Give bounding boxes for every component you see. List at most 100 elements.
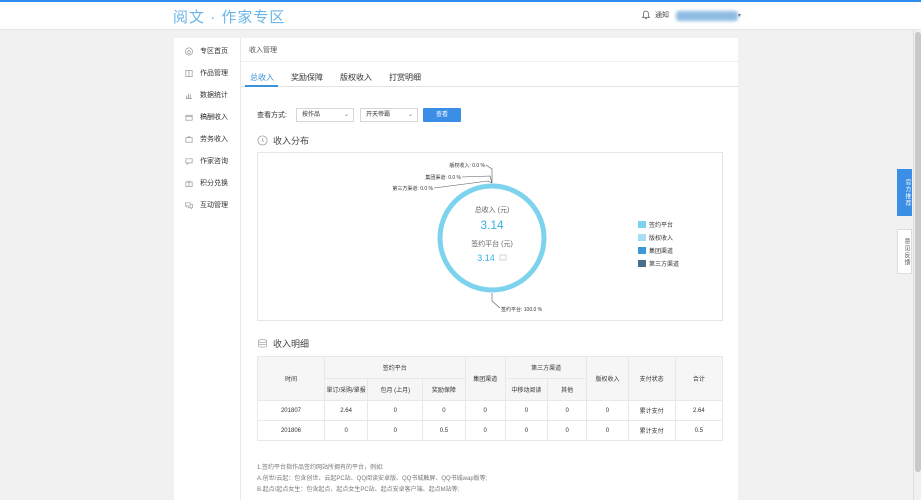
col-header-sub: 其他 bbox=[547, 378, 588, 401]
notify-label: 通知 bbox=[655, 12, 669, 19]
col-header-signed: 签约平台 bbox=[323, 356, 466, 379]
footnote-line: B.起点/起点女生：包含起点、起点女生PC站、起点安卓客户端、起点M站等; bbox=[257, 487, 460, 493]
book-icon bbox=[185, 69, 193, 77]
col-header-third-party: 第三方渠道 bbox=[504, 356, 588, 379]
wallet-icon bbox=[185, 114, 193, 121]
table-cell: 0 bbox=[504, 420, 549, 441]
table-cell: 0 bbox=[547, 400, 588, 421]
tab-copyright[interactable]: 版权收入 bbox=[340, 72, 372, 83]
divider bbox=[241, 61, 739, 62]
select-value: 按作品 bbox=[302, 112, 321, 118]
footnote-line: 1.签约平台指作品签约网站所拥有的平台，例如: bbox=[257, 465, 384, 471]
sidebar-item-label: 数据统计 bbox=[200, 92, 228, 99]
sidebar-item-labor[interactable]: 劳务收入 bbox=[174, 128, 240, 150]
table-cell: 2.64 bbox=[674, 400, 724, 421]
legend-label: 版权收入 bbox=[649, 236, 674, 242]
col-header-group: 集团渠道 bbox=[464, 356, 506, 401]
active-tab-indicator bbox=[245, 85, 278, 87]
sidebar-item-label: 互动管理 bbox=[200, 202, 228, 209]
chart-legend: 签约平台 版权收入 集团渠道 第三方渠道 bbox=[638, 218, 679, 270]
bar-chart-icon bbox=[185, 93, 193, 99]
database-icon bbox=[258, 338, 267, 348]
table-cell: 0 bbox=[422, 400, 466, 421]
label-copyright: 版权收入: 0.0 % bbox=[449, 162, 485, 169]
table-cell: 0 bbox=[367, 420, 424, 441]
legend-item[interactable]: 签约平台 bbox=[638, 218, 679, 231]
sidebar-item-label: 专区首页 bbox=[200, 48, 228, 55]
sidebar-item-points[interactable]: 积分兑换 bbox=[174, 172, 240, 194]
table-cell: 0 bbox=[367, 400, 424, 421]
col-header-time: 时间 bbox=[257, 356, 325, 401]
col-header-sub: 中移动阅读 bbox=[504, 378, 549, 401]
briefcase-icon bbox=[185, 135, 193, 143]
user-name-blurred[interactable] bbox=[676, 11, 738, 21]
sidebar: 专区首页 作品管理 数据统计 稿酬收入 劳务收入 作家咨询 积分兑换 互动管理 bbox=[174, 38, 240, 500]
notification-button[interactable]: 通知 bbox=[641, 10, 669, 20]
distribution-chart: 总收入 (元) 3.14 签约平台 (元) 3.14 版权收入: 0.0 % 集… bbox=[257, 152, 723, 321]
sidebar-item-home[interactable]: 专区首页 bbox=[174, 40, 240, 62]
breadcrumb: 收入管理 bbox=[249, 47, 277, 54]
leader-line bbox=[491, 293, 501, 309]
sidebar-item-works[interactable]: 作品管理 bbox=[174, 62, 240, 84]
tab-tips[interactable]: 打赏明细 bbox=[389, 72, 421, 83]
pie-slice-1[interactable] bbox=[437, 183, 547, 293]
scrollbar[interactable] bbox=[913, 30, 921, 500]
distribution-title-text: 收入分布 bbox=[273, 136, 310, 146]
gift-icon bbox=[185, 179, 193, 187]
chat-icon bbox=[185, 157, 193, 165]
sidebar-item-label: 作家咨询 bbox=[200, 158, 228, 165]
legend-swatch bbox=[638, 221, 646, 228]
col-header-total: 合计 bbox=[674, 356, 724, 401]
center-label-signed: 签约平台 (元) bbox=[471, 239, 513, 248]
tab-total-income[interactable]: 总收入 bbox=[250, 72, 274, 83]
sidebar-item-label: 劳务收入 bbox=[200, 136, 228, 143]
legend-label: 签约平台 bbox=[649, 223, 674, 229]
bell-icon bbox=[641, 10, 651, 20]
tab-reward[interactable]: 奖励保障 bbox=[291, 72, 323, 83]
user-menu-caret-icon[interactable]: ▾ bbox=[738, 12, 741, 19]
comments-icon bbox=[185, 201, 193, 209]
legend-item[interactable]: 集团渠道 bbox=[638, 244, 679, 257]
logo-separator: · bbox=[210, 9, 217, 26]
main-content: 收入管理 总收入 奖励保障 版权收入 打赏明细 查看方式: 按作品 ⌄ 开天帝霸… bbox=[240, 38, 739, 500]
logo-main: 阅文 bbox=[173, 9, 206, 26]
center-value-signed: 3.14 bbox=[477, 253, 495, 263]
query-button[interactable]: 查看 bbox=[423, 108, 461, 122]
scrollbar-thumb[interactable] bbox=[915, 32, 921, 472]
top-header: 阅文 · 作家专区 通知 ▾ bbox=[0, 2, 921, 30]
footnote-line: A.创世/云起：包含创世、云起PC站、QQ阅读安卓版、QQ书城触屏、QQ书城wa… bbox=[257, 476, 488, 482]
table-cell: 累计支付 bbox=[627, 400, 676, 421]
table-cell: 0 bbox=[464, 400, 506, 421]
legend-swatch bbox=[638, 234, 646, 241]
chevron-down-icon: ⌄ bbox=[407, 112, 413, 118]
feedback-tab[interactable]: 意见反馈 bbox=[897, 229, 912, 274]
sidebar-item-interact[interactable]: 互动管理 bbox=[174, 194, 240, 216]
site-logo[interactable]: 阅文 · 作家专区 bbox=[173, 6, 285, 27]
sidebar-item-label: 稿酬收入 bbox=[200, 114, 228, 121]
legend-item[interactable]: 第三方渠道 bbox=[638, 257, 679, 270]
sidebar-item-consult[interactable]: 作家咨询 bbox=[174, 150, 240, 172]
col-header-copyright: 版权收入 bbox=[586, 356, 629, 401]
table-cell: 2.64 bbox=[323, 400, 369, 421]
table-cell: 201807 bbox=[257, 400, 325, 421]
sidebar-item-label: 作品管理 bbox=[200, 70, 228, 77]
sidebar-item-label: 积分兑换 bbox=[200, 180, 228, 187]
work-select[interactable]: 开天帝霸 ⌄ bbox=[360, 108, 418, 122]
sidebar-item-stats[interactable]: 数据统计 bbox=[174, 84, 240, 106]
col-header-pay-status: 支付状态 bbox=[627, 356, 676, 401]
table-cell: 0 bbox=[547, 420, 588, 441]
table-cell: 0 bbox=[586, 400, 629, 421]
col-header-sub: 單订/采购/單报 bbox=[323, 378, 369, 401]
chevron-down-icon: ⌄ bbox=[343, 112, 349, 118]
logo-sub: 作家专区 bbox=[221, 9, 286, 26]
sidebar-item-royalty[interactable]: 稿酬收入 bbox=[174, 106, 240, 128]
official-recommend-tab[interactable]: 官方推荐 bbox=[897, 169, 912, 216]
clock-icon bbox=[257, 135, 268, 146]
pie-slices bbox=[437, 183, 547, 293]
legend-item[interactable]: 版权收入 bbox=[638, 231, 679, 244]
view-mode-select[interactable]: 按作品 ⌄ bbox=[296, 108, 354, 122]
col-header-sub: 包月 (上月) bbox=[367, 378, 424, 401]
table-cell: 0 bbox=[504, 400, 549, 421]
label-group: 集团渠道: 0.0 % bbox=[425, 174, 461, 181]
home-icon bbox=[185, 47, 193, 55]
